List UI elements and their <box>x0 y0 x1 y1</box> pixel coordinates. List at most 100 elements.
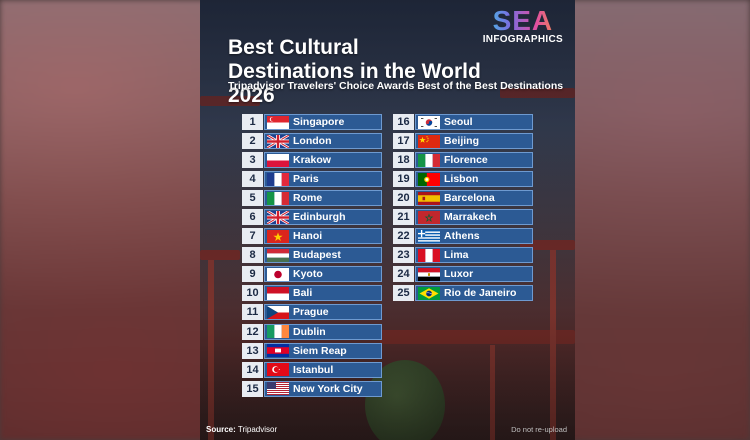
destination-bar: Marrakech <box>415 209 533 226</box>
city-name: Hanoi <box>293 230 323 243</box>
rank-number: 22 <box>393 228 414 245</box>
city-name: Prague <box>293 306 329 319</box>
destination-bar: Rome <box>264 190 382 207</box>
city-name: New York City <box>293 382 363 395</box>
list-item: 10 Bali <box>242 285 382 302</box>
destination-bar: Rio de Janeiro <box>415 285 533 302</box>
list-item: 25 Rio de Janeiro <box>393 285 533 302</box>
rank-number: 5 <box>242 190 263 207</box>
logo-sea-text: SEA <box>483 7 563 35</box>
sea-infographics-logo: SEA INFOGRAPHICS <box>482 7 563 46</box>
vietnam-flag-icon <box>267 229 289 243</box>
list-item: 23 Lima <box>393 247 533 264</box>
rank-number: 24 <box>393 266 414 283</box>
city-name: Florence <box>444 154 488 167</box>
rank-number: 10 <box>242 285 263 302</box>
city-name: London <box>293 135 332 148</box>
source-label: Source: <box>206 425 236 434</box>
infographic-panel: SEA INFOGRAPHICS Best Cultural Destinati… <box>200 0 575 440</box>
destination-bar: Singapore <box>264 114 382 130</box>
destination-bar: Florence <box>415 152 533 169</box>
list-item: 18 Florence <box>393 152 533 169</box>
city-name: Edinburgh <box>293 211 346 224</box>
list-item: 8 Budapest <box>242 247 382 264</box>
source-value: Tripadvisor <box>237 425 278 434</box>
rank-number: 14 <box>242 361 263 378</box>
list-item: 7 Hanoi <box>242 228 382 245</box>
city-name: Krakow <box>293 154 331 167</box>
egypt-flag-icon <box>418 267 440 281</box>
list-item: 6 Edinburgh <box>242 209 382 226</box>
south-korea-flag-icon <box>418 115 440 129</box>
city-name: Seoul <box>444 116 473 128</box>
city-name: Singapore <box>293 116 345 128</box>
destination-bar: Istanbul <box>264 361 382 378</box>
list-item: 11 Prague <box>242 304 382 321</box>
destination-bar: Athens <box>415 228 533 245</box>
rank-number: 7 <box>242 228 263 245</box>
rank-number: 13 <box>242 342 263 359</box>
spain-flag-icon <box>418 191 440 205</box>
poland-flag-icon <box>267 153 289 167</box>
city-name: Bali <box>293 287 313 300</box>
list-item: 2 London <box>242 133 382 150</box>
rank-number: 18 <box>393 152 414 169</box>
singapore-flag-icon <box>267 115 289 129</box>
destination-bar: Prague <box>264 304 382 321</box>
destination-bar: London <box>264 133 382 150</box>
city-name: Barcelona <box>444 192 495 205</box>
list-item: 20 Barcelona <box>393 190 533 207</box>
city-name: Rio de Janeiro <box>444 287 517 300</box>
destination-bar: Seoul <box>415 114 533 130</box>
destination-bar: Beijing <box>415 133 533 150</box>
rank-number: 9 <box>242 266 263 283</box>
city-name: Athens <box>444 230 480 243</box>
list-item: 24 Luxor <box>393 266 533 283</box>
list-item: 3 Krakow <box>242 152 382 169</box>
uk-flag-icon <box>267 134 289 148</box>
rank-number: 21 <box>393 209 414 226</box>
city-name: Dublin <box>293 325 326 338</box>
list-item: 13 Siem Reap <box>242 342 382 359</box>
ranking-list-right: 16 Seoul 17 Beijing 18 Florence 19 Lisbon 20 Barc… <box>393 114 533 304</box>
list-item: 22 Athens <box>393 228 533 245</box>
rank-number: 17 <box>393 133 414 150</box>
destination-bar: Bali <box>264 285 382 302</box>
rank-number: 3 <box>242 152 263 169</box>
destination-bar: Paris <box>264 171 382 188</box>
city-name: Budapest <box>293 249 341 262</box>
list-item: 21 Marrakech <box>393 209 533 226</box>
list-item: 17 Beijing <box>393 133 533 150</box>
page-title: Best Cultural Destinations in the World … <box>228 36 481 107</box>
hungary-flag-icon <box>267 248 289 262</box>
list-item: 9 Kyoto <box>242 266 382 283</box>
city-name: Beijing <box>444 135 480 148</box>
japan-flag-icon <box>267 267 289 281</box>
morocco-flag-icon <box>418 210 440 224</box>
list-item: 5 Rome <box>242 190 382 207</box>
ireland-flag-icon <box>267 325 289 339</box>
destination-bar: Lisbon <box>415 171 533 188</box>
rank-number: 19 <box>393 171 414 188</box>
rank-number: 6 <box>242 209 263 226</box>
reupload-note: Do not re-upload <box>511 425 567 434</box>
destination-bar: Barcelona <box>415 190 533 207</box>
destination-bar: Edinburgh <box>264 209 382 226</box>
rank-number: 16 <box>393 114 414 130</box>
cambodia-flag-icon <box>267 344 289 358</box>
city-name: Istanbul <box>293 363 334 376</box>
logo-infographics-text: INFOGRAPHICS <box>482 34 563 45</box>
destination-bar: Kyoto <box>264 266 382 283</box>
destination-bar: New York City <box>264 380 382 397</box>
turkey-flag-icon <box>267 363 289 377</box>
destination-bar: Budapest <box>264 247 382 264</box>
page-subtitle: Tripadvisor Travelers' Choice Awards Bes… <box>228 80 564 92</box>
destination-bar: Siem Reap <box>264 342 382 359</box>
city-name: Rome <box>293 192 323 205</box>
rank-number: 12 <box>242 323 263 340</box>
rank-number: 20 <box>393 190 414 207</box>
rank-number: 1 <box>242 114 263 130</box>
city-name: Marrakech <box>444 211 497 224</box>
italy-flag-icon <box>267 191 289 205</box>
italy-flag-icon <box>418 153 440 167</box>
